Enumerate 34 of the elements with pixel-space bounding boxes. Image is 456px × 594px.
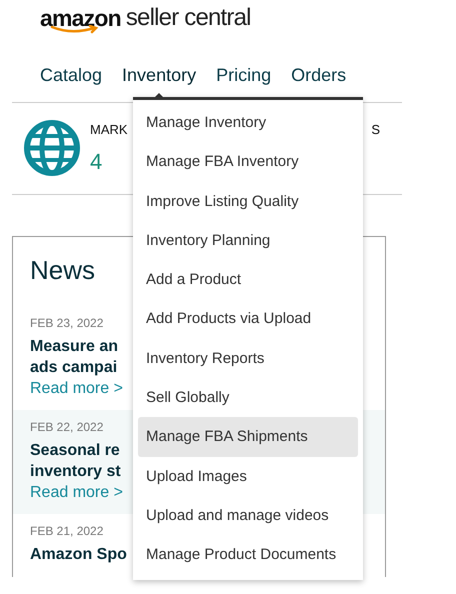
menu-item[interactable]: Add a Product xyxy=(138,260,358,300)
menu-item[interactable]: Manage FBA Shipments xyxy=(138,417,358,457)
menu-item[interactable]: Add Products via Upload xyxy=(138,299,358,339)
menu-item[interactable]: Improve Listing Quality xyxy=(138,182,358,221)
news-title: News xyxy=(30,255,96,286)
nav-tab[interactable]: Pricing xyxy=(216,64,272,86)
menu-item[interactable]: Upload and manage videos xyxy=(138,496,358,536)
news-date: FEB 22, 2022 xyxy=(30,420,104,434)
smile-icon xyxy=(50,25,100,35)
news-headline: Seasonal re xyxy=(30,441,120,461)
menu-item[interactable]: Upload Images xyxy=(138,456,358,496)
news-date: FEB 23, 2022 xyxy=(30,316,104,330)
marketplaces-label: MARK xyxy=(90,122,128,137)
read-more-link[interactable]: Read more > xyxy=(30,484,123,502)
menu-item[interactable]: Manage Product Documents xyxy=(138,535,358,575)
nav-tab[interactable]: Orders xyxy=(291,64,346,86)
news-date: FEB 21, 2022 xyxy=(30,524,104,538)
nav-tab[interactable]: Catalog xyxy=(40,64,102,86)
news-headline: inventory st xyxy=(30,462,121,482)
logo-product: seller central xyxy=(126,6,251,30)
read-more-link[interactable]: Read more > xyxy=(30,380,123,398)
marketplaces-label-end: S xyxy=(371,122,380,137)
menu-item[interactable]: Inventory Planning xyxy=(138,220,358,260)
news-headline: Measure an xyxy=(30,337,118,357)
globe-icon xyxy=(24,120,80,176)
menu-item[interactable]: Manage FBA Inventory xyxy=(138,142,358,182)
nav-tab[interactable]: Inventory xyxy=(122,64,196,86)
menu-item[interactable]: Manage Inventory xyxy=(138,103,358,142)
news-headline: Amazon Spo xyxy=(30,545,127,565)
marketplaces-count: 4 xyxy=(90,149,102,175)
menu-item[interactable]: Inventory Reports xyxy=(138,338,358,378)
logo-brand: amazon xyxy=(40,6,121,30)
news-headline: ads campai xyxy=(30,358,118,378)
menu-item[interactable]: Sell Globally xyxy=(138,378,358,418)
